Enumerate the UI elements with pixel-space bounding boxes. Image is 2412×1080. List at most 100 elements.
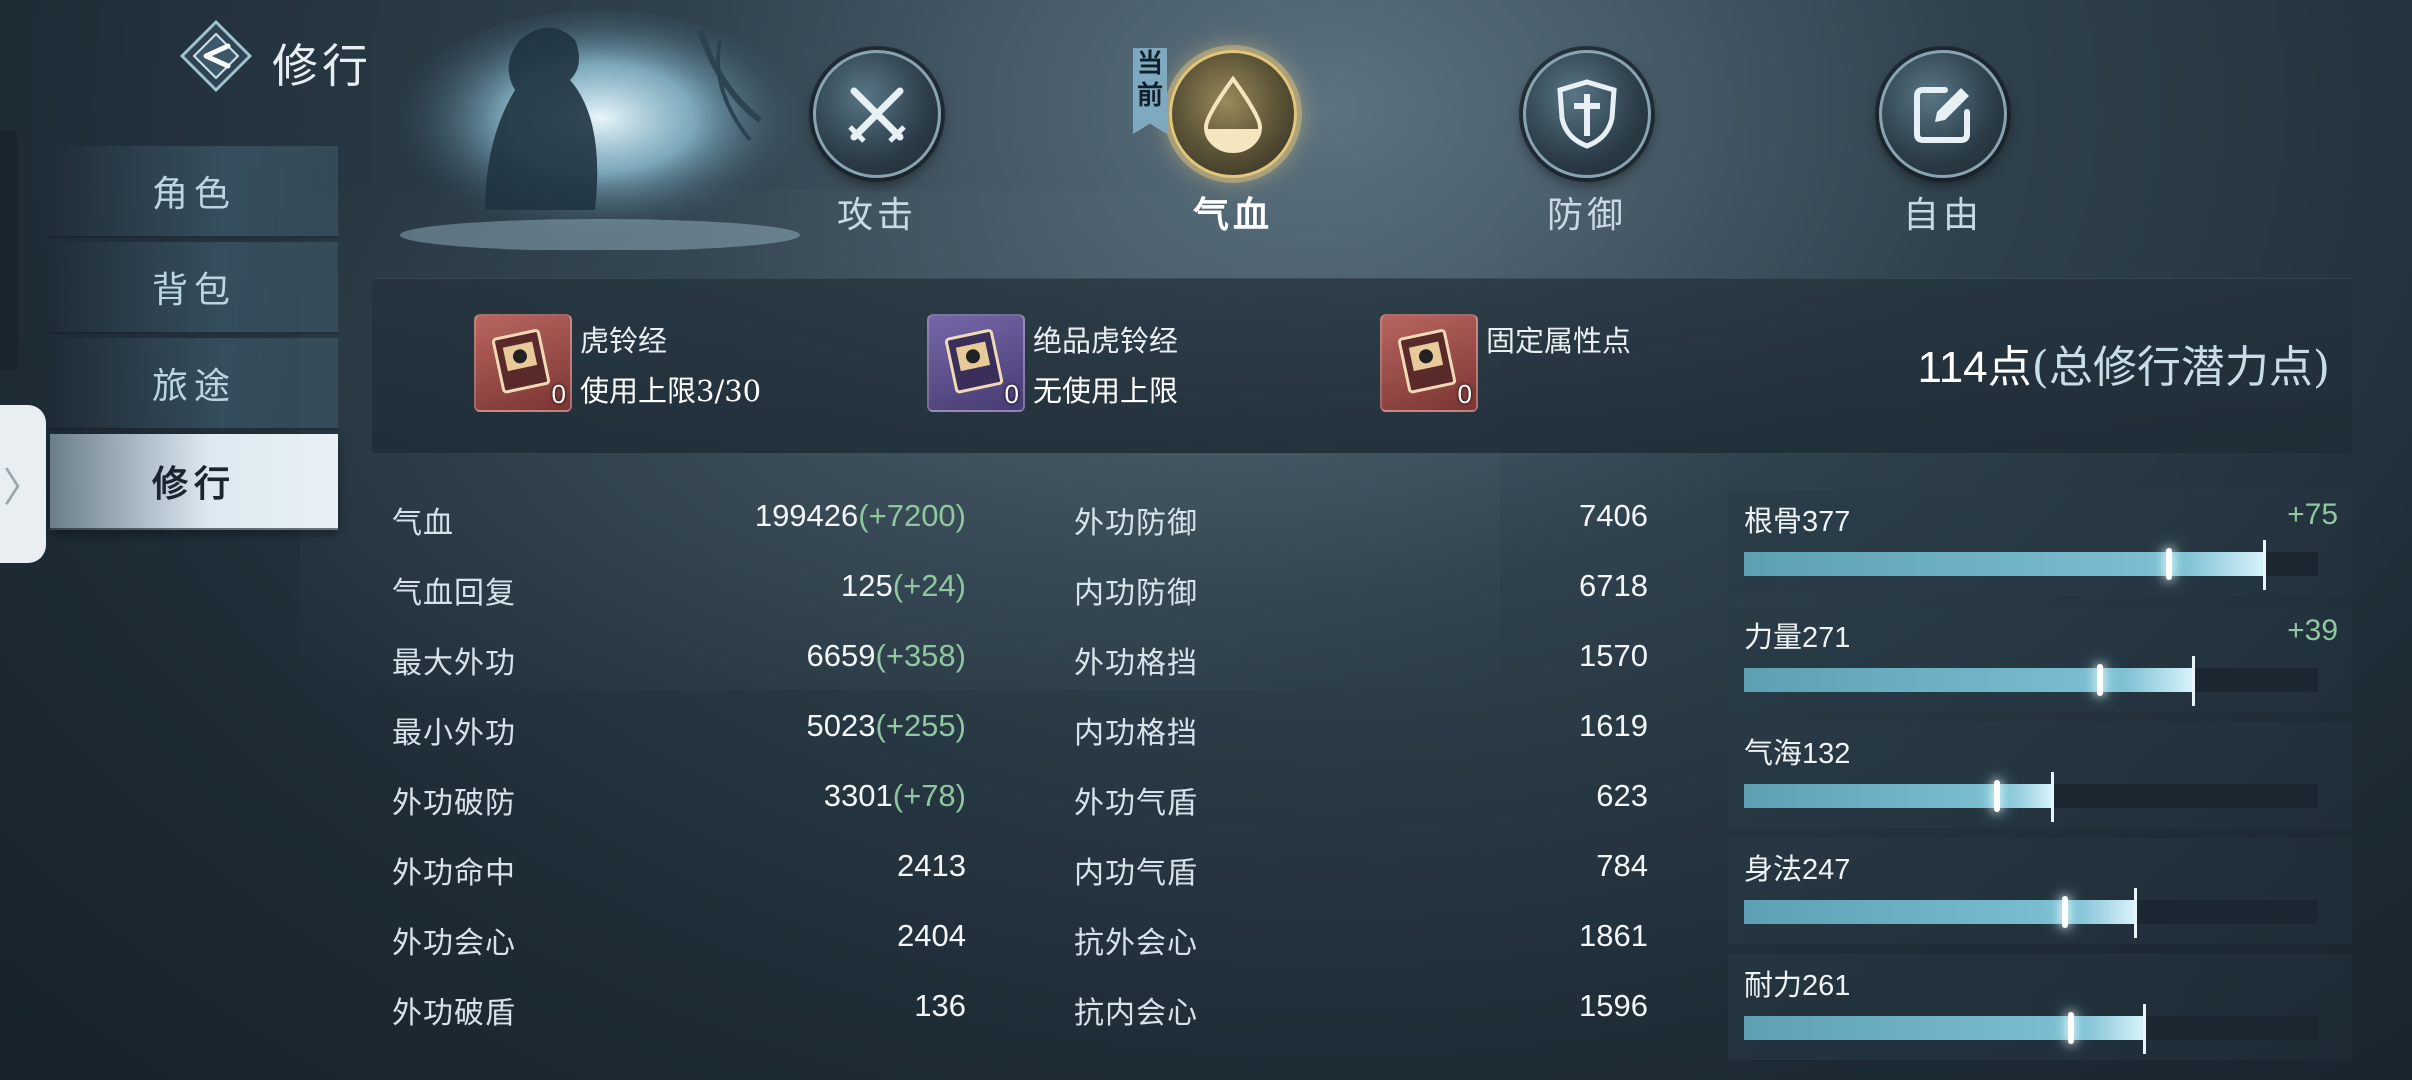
sidebar-item-bag[interactable]: 背包 xyxy=(50,242,338,334)
tab-label: 攻击 xyxy=(836,195,917,236)
item-count: 0 xyxy=(1004,379,1019,409)
attribute-end-marker[interactable] xyxy=(2263,540,2266,590)
stat-value: 784 xyxy=(1596,848,1648,883)
attribute-value: 271 xyxy=(1802,622,1851,654)
sidebar-item-journey[interactable]: 旅途 xyxy=(50,338,338,430)
book-icon xyxy=(944,329,1004,394)
attribute-name: 耐力 xyxy=(1744,968,1803,1002)
sidebar-collapse-handle[interactable]: 〉 xyxy=(0,405,46,563)
stat-value: 2413 xyxy=(897,848,966,884)
stat-row: 外功命中 2413 xyxy=(392,848,966,898)
stat-value: 3301(+78) xyxy=(824,778,966,814)
stat-label: 内功气盾 xyxy=(1074,856,1198,891)
book-icon xyxy=(1397,329,1457,394)
stat-label: 气血回复 xyxy=(392,576,516,611)
attribute-progress-fill xyxy=(1744,552,2263,576)
stat-value: 623 xyxy=(1596,778,1648,813)
item-name: 虎铃经 xyxy=(580,324,668,358)
sidebar-item-character[interactable]: 角色 xyxy=(50,146,338,238)
attribute-progress-track[interactable] xyxy=(1744,656,2318,706)
attribute-end-marker[interactable] xyxy=(2134,888,2137,938)
item-icon-box[interactable]: 0 xyxy=(474,314,572,412)
item-tiger-bell-scripture[interactable]: 0 虎铃经 使用上限3/30 xyxy=(474,314,794,414)
stat-bonus: (+7200) xyxy=(858,498,966,533)
tab-attack[interactable]: 攻击 xyxy=(812,50,942,238)
stat-label: 外功格挡 xyxy=(1074,646,1198,681)
attribute-end-marker[interactable] xyxy=(2192,656,2195,706)
stat-row: 外功破防 3301(+78) xyxy=(392,778,966,828)
attribute-end-marker[interactable] xyxy=(2143,1004,2146,1054)
stat-label: 最小外功 xyxy=(392,716,516,751)
attribute-base-marker xyxy=(2166,548,2172,580)
attribute-row[interactable]: 根骨377 +75 xyxy=(1728,490,2352,596)
attribute-value: 132 xyxy=(1802,738,1851,770)
attribute-row[interactable]: 耐力261 xyxy=(1728,954,2352,1060)
stat-bonus: (+78) xyxy=(892,778,966,813)
item-icon-box[interactable]: 0 xyxy=(1380,314,1478,412)
attribute-progress-fill xyxy=(1744,1016,2143,1040)
stat-label: 外功气盾 xyxy=(1074,786,1198,821)
stat-value: 1596 xyxy=(1579,988,1648,1023)
stat-label: 外功会心 xyxy=(392,926,516,961)
attribute-progress-track[interactable] xyxy=(1744,1004,2318,1054)
potential-suffix: (总修行潜力点) xyxy=(2031,342,2330,393)
attribute-value: 247 xyxy=(1802,854,1851,886)
stat-base-value: 5023 xyxy=(806,708,876,743)
attribute-base-marker xyxy=(2097,664,2103,696)
attribute-label: 身法247 xyxy=(1744,846,1850,888)
item-icon-box[interactable]: 0 xyxy=(927,314,1025,412)
item-fixed-attribute-points[interactable]: 0 固定属性点 xyxy=(1380,314,1700,414)
stat-base-value: 2413 xyxy=(897,848,966,883)
stat-value: 6718 xyxy=(1579,568,1648,603)
attribute-progress-track[interactable] xyxy=(1744,772,2318,822)
blood-drop-icon xyxy=(1169,50,1297,178)
attribute-progress-track[interactable] xyxy=(1744,540,2318,590)
stat-label: 抗内会心 xyxy=(1074,996,1198,1031)
attribute-value: 261 xyxy=(1802,970,1851,1002)
stat-row: 外功格挡 1570 xyxy=(1074,638,1648,688)
sidebar-item-cultivation[interactable]: 修行 xyxy=(50,434,338,530)
book-icon xyxy=(491,329,551,394)
stat-label: 内功防御 xyxy=(1074,576,1198,611)
crossed-swords-icon xyxy=(813,50,941,178)
stat-bonus: (+255) xyxy=(875,708,966,743)
stat-row: 抗外会心 1861 xyxy=(1074,918,1648,968)
return-logo-icon[interactable] xyxy=(179,19,253,93)
tab-defense[interactable]: 防御 xyxy=(1522,50,1652,238)
stat-label: 气血 xyxy=(392,506,454,541)
stat-label: 外功破防 xyxy=(392,786,516,821)
stat-row: 最大外功 6659(+358) xyxy=(392,638,966,688)
chevron-right-icon: 〉 xyxy=(3,465,43,511)
attribute-value: 377 xyxy=(1802,506,1851,538)
stat-value: 125(+24) xyxy=(841,568,966,604)
tab-blood[interactable]: 气血 xyxy=(1168,50,1298,238)
attribute-end-marker[interactable] xyxy=(2051,772,2054,822)
stat-bonus: (+24) xyxy=(892,568,966,603)
attribute-label: 耐力261 xyxy=(1744,962,1850,1004)
stat-base-value: 3301 xyxy=(823,778,893,813)
tab-label: 防御 xyxy=(1546,195,1627,236)
stat-label: 外功命中 xyxy=(392,856,516,891)
stat-row: 外功会心 2404 xyxy=(392,918,966,968)
stat-row: 内功防御 6718 xyxy=(1074,568,1648,618)
attribute-base-marker xyxy=(2062,896,2068,928)
tab-label: 气血 xyxy=(1192,194,1273,236)
stat-row: 最小外功 5023(+255) xyxy=(392,708,966,758)
sidebar-item-label: 角色 xyxy=(151,174,236,215)
stat-value: 2404 xyxy=(897,918,966,954)
item-premium-tiger-bell-scripture[interactable]: 0 绝品虎铃经 无使用上限 xyxy=(927,314,1247,414)
attribute-progress-track[interactable] xyxy=(1744,888,2318,938)
stat-label: 内功格挡 xyxy=(1074,716,1198,751)
attribute-row[interactable]: 气海132 xyxy=(1728,722,2352,828)
page-title: 修行 xyxy=(272,39,372,93)
stat-label: 外功防御 xyxy=(1074,506,1198,541)
tab-free[interactable]: 自由 xyxy=(1878,50,2008,238)
stat-label: 抗外会心 xyxy=(1074,926,1198,961)
sidebar-edge xyxy=(0,130,18,370)
attribute-row[interactable]: 力量271 +39 xyxy=(1728,606,2352,712)
stat-label: 外功破盾 xyxy=(392,996,516,1031)
item-limit: 使用上限3/30 xyxy=(580,374,762,408)
attribute-progress-fill xyxy=(1744,784,2051,808)
attribute-progress-fill xyxy=(1744,668,2192,692)
attribute-row[interactable]: 身法247 xyxy=(1728,838,2352,944)
